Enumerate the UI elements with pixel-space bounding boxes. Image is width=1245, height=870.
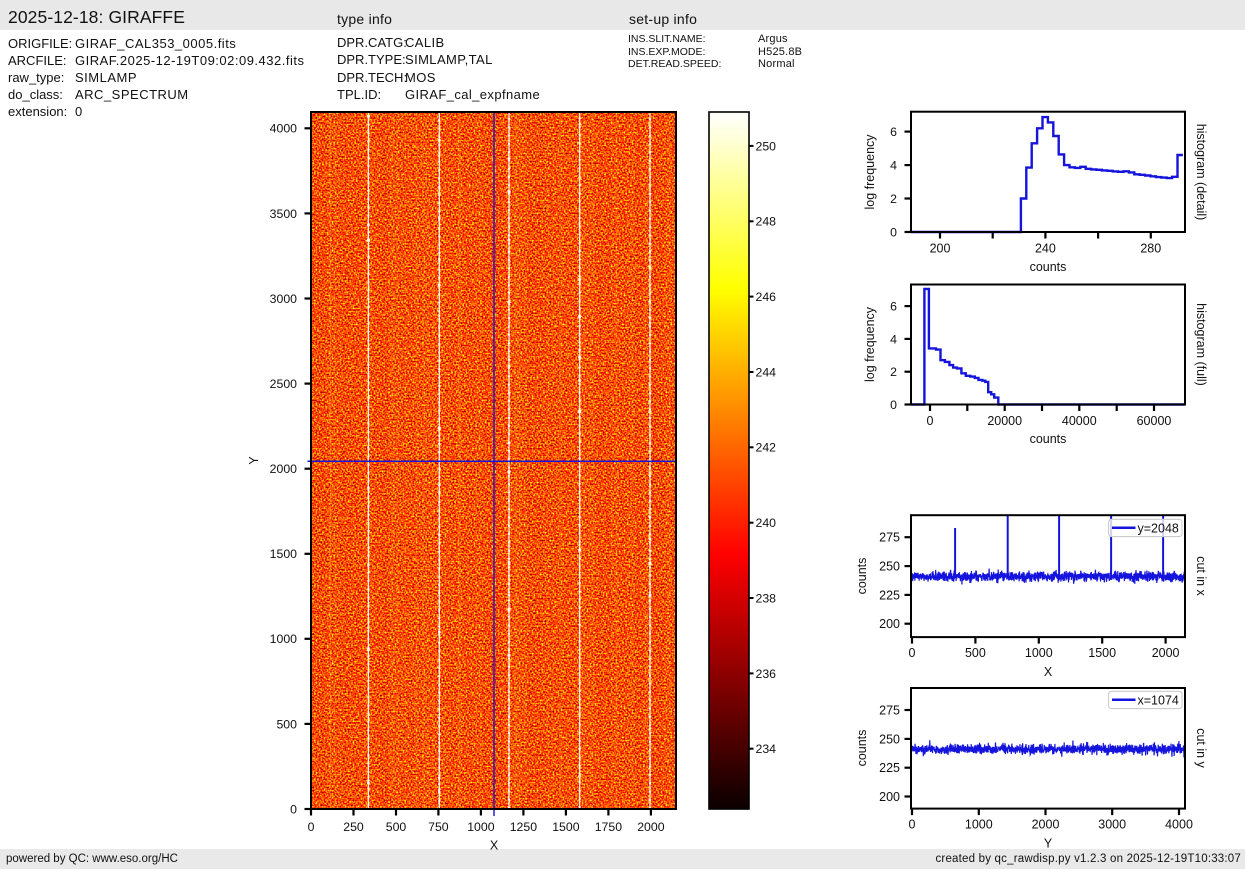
- svg-text:6: 6: [890, 125, 897, 139]
- svg-text:1500: 1500: [552, 820, 580, 834]
- svg-text:counts: counts: [1030, 260, 1067, 274]
- svg-text:280: 280: [1140, 242, 1161, 256]
- svg-text:1000: 1000: [1025, 646, 1053, 660]
- svg-text:0: 0: [890, 225, 897, 239]
- svg-text:1750: 1750: [595, 820, 623, 834]
- svg-text:0: 0: [909, 646, 916, 660]
- svg-text:2000: 2000: [1152, 646, 1180, 660]
- svg-text:0: 0: [308, 820, 315, 834]
- svg-text:225: 225: [879, 761, 900, 775]
- svg-text:60000: 60000: [1137, 414, 1172, 428]
- svg-text:log frequency: log frequency: [863, 134, 877, 210]
- svg-text:counts: counts: [855, 558, 869, 595]
- svg-text:275: 275: [879, 531, 900, 545]
- svg-text:238: 238: [756, 591, 777, 605]
- svg-text:500: 500: [965, 646, 986, 660]
- svg-text:histogram (detail): histogram (detail): [1194, 124, 1208, 221]
- svg-text:0: 0: [909, 818, 916, 832]
- svg-text:4: 4: [890, 332, 897, 346]
- svg-text:x=1074: x=1074: [1138, 694, 1179, 708]
- svg-text:counts: counts: [855, 730, 869, 767]
- svg-text:2500: 2500: [270, 377, 298, 391]
- svg-text:250: 250: [879, 732, 900, 746]
- svg-text:1500: 1500: [270, 547, 298, 561]
- svg-text:40000: 40000: [1062, 414, 1097, 428]
- svg-text:0: 0: [290, 802, 297, 816]
- svg-text:2000: 2000: [270, 462, 298, 476]
- svg-text:236: 236: [756, 667, 777, 681]
- svg-text:1000: 1000: [467, 820, 495, 834]
- svg-text:240: 240: [1035, 242, 1056, 256]
- svg-text:0: 0: [890, 398, 897, 412]
- svg-text:244: 244: [756, 365, 777, 379]
- svg-text:3500: 3500: [270, 207, 298, 221]
- svg-text:2: 2: [890, 365, 897, 379]
- svg-text:X: X: [1044, 665, 1053, 679]
- svg-text:2000: 2000: [637, 820, 665, 834]
- svg-text:histogram (full): histogram (full): [1194, 303, 1208, 386]
- svg-text:X: X: [490, 839, 499, 853]
- svg-text:1250: 1250: [510, 820, 538, 834]
- svg-text:6: 6: [890, 300, 897, 314]
- svg-text:4: 4: [890, 159, 897, 173]
- svg-text:250: 250: [343, 820, 364, 834]
- svg-text:248: 248: [756, 215, 777, 229]
- svg-text:275: 275: [879, 704, 900, 718]
- svg-text:242: 242: [756, 441, 777, 455]
- svg-text:250: 250: [756, 139, 777, 153]
- svg-text:240: 240: [756, 516, 777, 530]
- svg-text:0: 0: [927, 414, 934, 428]
- svg-text:cut in x: cut in x: [1194, 556, 1208, 596]
- svg-text:2000: 2000: [1032, 818, 1060, 832]
- svg-text:2: 2: [890, 192, 897, 206]
- svg-text:200: 200: [930, 242, 951, 256]
- svg-text:500: 500: [386, 820, 407, 834]
- svg-text:Y: Y: [1044, 837, 1053, 851]
- svg-text:counts: counts: [1030, 432, 1067, 446]
- svg-text:246: 246: [756, 290, 777, 304]
- svg-text:200: 200: [879, 617, 900, 631]
- svg-text:4000: 4000: [1165, 818, 1193, 832]
- svg-text:200: 200: [879, 790, 900, 804]
- svg-text:234: 234: [756, 742, 777, 756]
- svg-text:3000: 3000: [1098, 818, 1126, 832]
- svg-text:1000: 1000: [965, 818, 993, 832]
- svg-text:4000: 4000: [270, 122, 298, 136]
- svg-text:cut in y: cut in y: [1194, 728, 1208, 768]
- svg-text:1000: 1000: [270, 632, 298, 646]
- svg-text:225: 225: [879, 588, 900, 602]
- svg-text:Y: Y: [247, 456, 261, 465]
- svg-text:250: 250: [879, 560, 900, 574]
- svg-text:750: 750: [428, 820, 449, 834]
- svg-text:500: 500: [276, 717, 297, 731]
- svg-text:log frequency: log frequency: [863, 306, 877, 382]
- svg-text:3000: 3000: [270, 292, 298, 306]
- svg-text:1500: 1500: [1088, 646, 1116, 660]
- svg-text:y=2048: y=2048: [1138, 522, 1179, 536]
- svg-text:20000: 20000: [987, 414, 1022, 428]
